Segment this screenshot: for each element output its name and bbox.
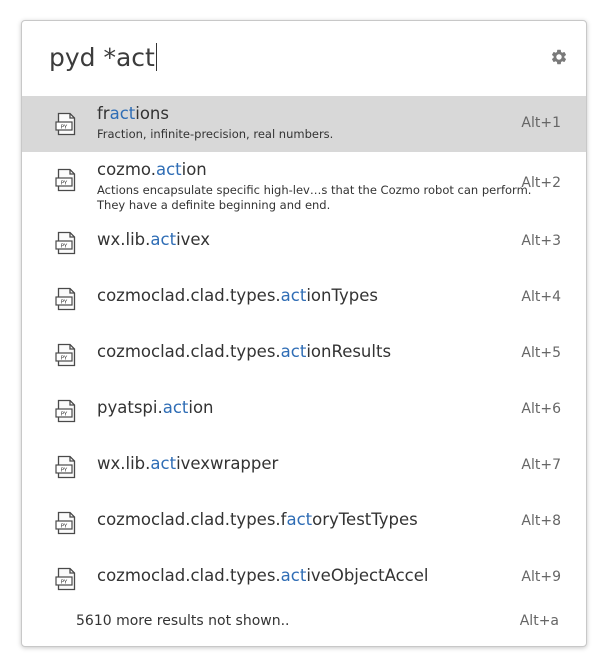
result-title: pyatspi.action bbox=[97, 398, 214, 417]
results-list: PY fractions Fraction, infinite-precision,… bbox=[22, 96, 586, 606]
result-title-prefix: wx.lib. bbox=[97, 230, 151, 249]
search-bar[interactable]: pyd *act bbox=[22, 21, 586, 96]
result-title-prefix: cozmoclad.clad.types. bbox=[97, 342, 281, 361]
python-file-icon: PY bbox=[55, 455, 76, 479]
python-file-icon: PY bbox=[55, 343, 76, 367]
result-row[interactable]: PY wx.lib.activexwrapper Alt+7 bbox=[22, 438, 586, 494]
result-shortcut: Alt+2 bbox=[521, 175, 561, 191]
result-title-match: act bbox=[280, 286, 307, 305]
result-title: cozmoclad.clad.types.factoryTestTypes bbox=[97, 510, 418, 529]
result-title-match: act bbox=[162, 398, 189, 417]
result-title-match: act bbox=[280, 342, 307, 361]
result-title: cozmo.action bbox=[97, 160, 207, 179]
result-title-suffix: oryTestTypes bbox=[312, 510, 418, 529]
result-description: Actions encapsulate specific high-lev…s … bbox=[97, 183, 532, 197]
result-shortcut: Alt+4 bbox=[521, 289, 561, 305]
result-title: fractions bbox=[97, 104, 169, 123]
result-title-match: act bbox=[280, 566, 307, 585]
result-title-prefix: cozmoclad.clad.types.f bbox=[97, 510, 287, 529]
result-shortcut: Alt+1 bbox=[521, 115, 561, 131]
result-title-suffix: ionResults bbox=[306, 342, 392, 361]
result-shortcut: Alt+7 bbox=[521, 457, 561, 473]
result-title: cozmoclad.clad.types.activeObjectAccel bbox=[97, 566, 428, 585]
result-title: cozmoclad.clad.types.actionResults bbox=[97, 342, 391, 361]
result-title-prefix: wx.lib. bbox=[97, 454, 151, 473]
result-shortcut: Alt+6 bbox=[521, 401, 561, 417]
result-title-match: act bbox=[286, 510, 313, 529]
search-input[interactable]: pyd *act bbox=[49, 41, 157, 75]
result-row[interactable]: PY cozmoclad.clad.types.factoryTestTypes A… bbox=[22, 494, 586, 550]
result-shortcut: Alt+3 bbox=[521, 233, 561, 249]
result-title-suffix: iveObjectAccel bbox=[306, 566, 429, 585]
svg-text:PY: PY bbox=[61, 124, 68, 130]
more-results-shortcut: Alt+a bbox=[519, 613, 559, 629]
result-row[interactable]: PY cozmoclad.clad.types.actionResults Alt+… bbox=[22, 326, 586, 382]
result-row[interactable]: PY wx.lib.activex Alt+3 bbox=[22, 214, 586, 270]
result-row[interactable]: PY cozmoclad.clad.types.activeObjectAccel… bbox=[22, 550, 586, 606]
svg-text:PY: PY bbox=[61, 467, 68, 473]
result-title: wx.lib.activex bbox=[97, 230, 210, 249]
result-title-suffix: ions bbox=[135, 104, 169, 123]
svg-text:PY: PY bbox=[61, 579, 68, 585]
result-title-suffix: ionTypes bbox=[306, 286, 378, 305]
python-file-icon: PY bbox=[55, 287, 76, 311]
more-results-text: 5610 more results not shown.. bbox=[76, 613, 290, 629]
result-title-match: act bbox=[150, 454, 177, 473]
result-title-match: act bbox=[155, 160, 182, 179]
result-title-prefix: cozmo. bbox=[97, 160, 156, 179]
text-cursor bbox=[155, 43, 157, 71]
result-description: They have a definite beginning and end. bbox=[97, 198, 331, 212]
svg-text:PY: PY bbox=[61, 411, 68, 417]
python-file-icon: PY bbox=[55, 112, 76, 136]
python-file-icon: PY bbox=[55, 511, 76, 535]
svg-text:PY: PY bbox=[61, 243, 68, 249]
result-title: cozmoclad.clad.types.actionTypes bbox=[97, 286, 378, 305]
result-title-suffix: ion bbox=[188, 398, 214, 417]
more-results-row[interactable]: 5610 more results not shown.. Alt+a bbox=[22, 606, 586, 638]
result-shortcut: Alt+9 bbox=[521, 569, 561, 585]
svg-text:PY: PY bbox=[61, 299, 68, 305]
python-file-icon: PY bbox=[55, 168, 76, 192]
result-title-suffix: ion bbox=[181, 160, 207, 179]
svg-text:PY: PY bbox=[61, 355, 68, 361]
svg-text:PY: PY bbox=[61, 180, 68, 186]
launcher-window: pyd *act PY fractions Fraction, infinite-p… bbox=[21, 20, 587, 647]
result-row[interactable]: PY cozmoclad.clad.types.actionTypes Alt+4 bbox=[22, 270, 586, 326]
result-title-suffix: ivex bbox=[176, 230, 211, 249]
python-file-icon: PY bbox=[55, 567, 76, 591]
result-row[interactable]: PY cozmo.action Actions encapsulate specif… bbox=[22, 152, 586, 214]
result-title: wx.lib.activexwrapper bbox=[97, 454, 278, 473]
python-file-icon: PY bbox=[55, 231, 76, 255]
result-title-prefix: cozmoclad.clad.types. bbox=[97, 566, 281, 585]
result-title-prefix: pyatspi. bbox=[97, 398, 163, 417]
result-row[interactable]: PY pyatspi.action Alt+6 bbox=[22, 382, 586, 438]
search-query-text: pyd *act bbox=[49, 43, 155, 72]
python-file-icon: PY bbox=[55, 399, 76, 423]
svg-text:PY: PY bbox=[61, 523, 68, 529]
result-shortcut: Alt+8 bbox=[521, 513, 561, 529]
result-title-prefix: fr bbox=[97, 104, 110, 123]
result-title-suffix: ivexwrapper bbox=[176, 454, 279, 473]
result-title-match: act bbox=[109, 104, 136, 123]
result-row[interactable]: PY fractions Fraction, infinite-precision,… bbox=[22, 96, 586, 152]
result-shortcut: Alt+5 bbox=[521, 345, 561, 361]
result-description: Fraction, infinite-precision, real numbe… bbox=[97, 127, 334, 141]
gear-icon[interactable] bbox=[550, 48, 568, 66]
result-title-match: act bbox=[150, 230, 177, 249]
result-title-prefix: cozmoclad.clad.types. bbox=[97, 286, 281, 305]
